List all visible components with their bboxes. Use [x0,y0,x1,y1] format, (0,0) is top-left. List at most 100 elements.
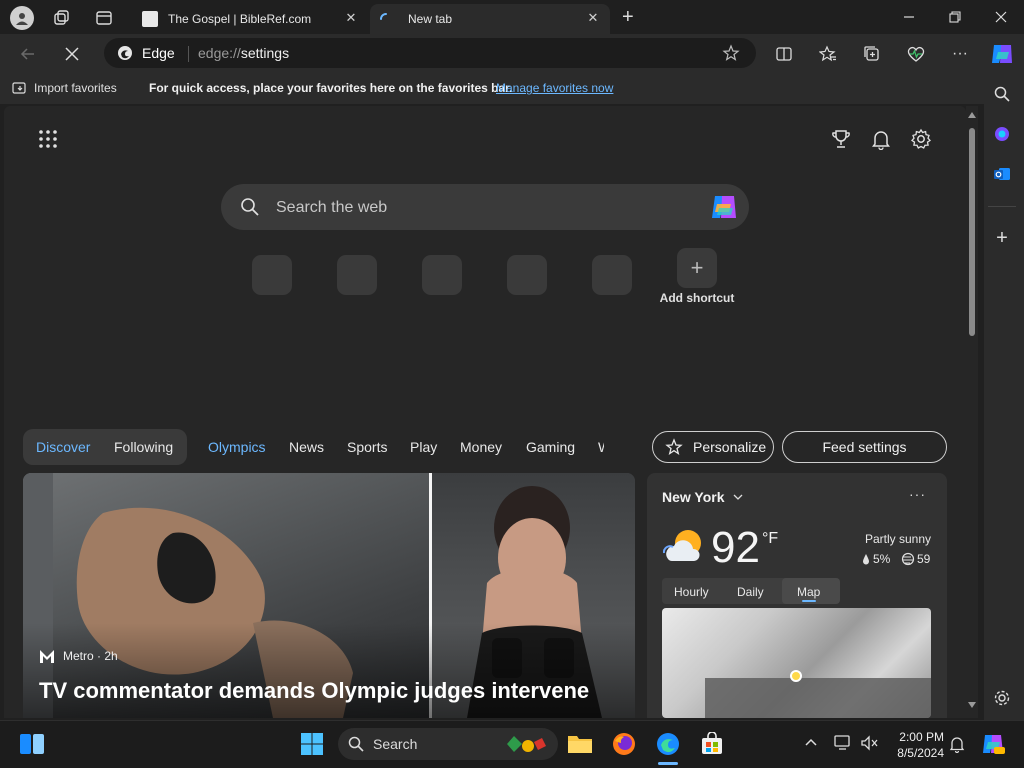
import-favorites-icon[interactable] [12,81,28,95]
shortcut-tile[interactable] [252,255,292,295]
shortcut-tile[interactable] [592,255,632,295]
widgets-icon[interactable] [18,730,46,758]
raindrop-icon [863,554,869,565]
close-tab-icon[interactable]: ✕ [344,10,358,25]
page-scrollbar[interactable] [966,106,978,718]
news-card[interactable]: Metro · 2h TV commentator demands Olympi… [23,473,635,718]
rewards-trophy-icon[interactable] [830,128,852,150]
bibleref-favicon-icon [142,11,158,27]
profile-avatar[interactable] [10,6,34,30]
store-icon[interactable] [698,730,726,758]
weather-map[interactable] [662,608,931,718]
scrollbar-thumb[interactable] [969,128,975,336]
weather-precip: 5% [873,552,891,566]
weather-unit: °F [762,530,779,547]
weather-tab-hourly[interactable]: Hourly [674,585,709,599]
sidebar-search-icon[interactable] [990,82,1014,106]
restore-button[interactable] [932,0,978,34]
address-brand: Edge [142,45,175,61]
weather-tab-daily[interactable]: Daily [737,585,764,599]
system-tray-chevron-icon[interactable] [804,737,818,747]
page-settings-gear-icon[interactable] [910,128,932,150]
feed-tab-play[interactable]: Play [410,439,437,455]
workspaces-icon[interactable] [52,9,70,27]
weather-city[interactable]: New York [662,489,725,505]
loading-spinner-icon [380,13,387,20]
address-bar[interactable]: Edge edge://settings [104,38,756,68]
firefox-icon[interactable] [610,730,638,758]
close-tab-icon[interactable]: ✕ [586,10,600,25]
personalize-label: Personalize [693,439,767,455]
taskbar-clock[interactable]: 2:00 PM 8/5/2024 [884,729,944,761]
sidebar-settings-icon[interactable] [990,686,1014,710]
feed-tab-news[interactable]: News [289,439,324,455]
import-favorites-button[interactable]: Import favorites [34,81,117,95]
sidebar-copilot-icon[interactable] [990,122,1014,146]
copilot-search-icon[interactable] [709,193,739,221]
copilot-icon[interactable] [989,41,1015,67]
tab-bibleref[interactable]: The Gospel | BibleRef.com ✕ [132,4,368,34]
feed-settings-label: Feed settings [822,439,907,455]
taskbar-search-label: Search [373,736,418,752]
file-explorer-icon[interactable] [566,730,594,758]
personalize-button[interactable]: Personalize [652,431,774,463]
tab-title: The Gospel | BibleRef.com [168,12,312,26]
news-source: Metro · 2h [63,649,118,663]
feed-tab-following[interactable]: Following [114,439,173,455]
collections-icon[interactable] [860,42,884,66]
start-windows-icon[interactable] [298,730,326,758]
address-separator [188,46,189,62]
search-icon [348,736,364,752]
feed-tab-sports[interactable]: Sports [347,439,387,455]
feed-tab-discover[interactable]: Discover [36,439,90,455]
news-headline[interactable]: TV commentator demands Olympic judges in… [39,677,635,705]
shortcut-tile[interactable] [507,255,547,295]
tab-new-tab[interactable]: New tab ✕ [370,4,610,34]
stop-loading-icon[interactable] [60,42,84,66]
weather-tab-map[interactable]: Map [797,585,820,599]
favorites-icon[interactable] [816,42,840,66]
shortcut-tile[interactable] [422,255,462,295]
feed-tab-truncated[interactable]: W [598,439,604,455]
weather-more-icon[interactable]: ··· [909,486,926,502]
notifications-bell-icon[interactable] [870,128,892,150]
metro-logo-icon [39,649,55,663]
minimize-button[interactable] [886,0,932,34]
weather-card[interactable]: New York ··· 92 °F Partly sunny 5% 59 Ho… [647,473,947,718]
web-search-box[interactable]: Search the web [221,184,749,230]
taskbar-search-box[interactable]: Search [338,728,558,760]
vertical-tabs-icon[interactable] [95,9,113,27]
weather-tab-indicator [802,600,816,602]
feed-tab-money[interactable]: Money [460,439,502,455]
network-display-icon[interactable] [834,735,852,751]
sidebar-add-icon[interactable]: + [990,226,1014,250]
person-icon [16,13,28,25]
close-window-button[interactable] [978,0,1024,34]
back-arrow-icon[interactable] [16,42,40,66]
add-shortcut-label: Add shortcut [659,291,735,305]
address-url[interactable]: edge://settings [198,45,289,61]
split-screen-icon[interactable] [772,42,796,66]
feed-settings-button[interactable]: Feed settings [782,431,947,463]
shortcut-tile[interactable] [337,255,377,295]
scroll-down-icon[interactable] [968,702,976,708]
edge-taskbar-icon[interactable] [654,730,682,758]
add-shortcut-button[interactable]: + [677,248,717,288]
feed-tab-olympics[interactable]: Olympics [208,439,266,455]
copilot-taskbar-icon[interactable] [980,732,1006,756]
more-menu-icon[interactable]: ··· [948,42,972,66]
volume-muted-icon[interactable] [860,735,878,751]
add-favorite-star-icon[interactable] [722,44,740,62]
scroll-up-icon[interactable] [968,112,976,118]
browser-essentials-icon[interactable] [904,42,928,66]
air-quality-icon [901,552,915,566]
weather-condition: Partly sunny [864,532,931,546]
notification-bell-icon[interactable] [948,735,966,753]
feed-tab-gaming[interactable]: Gaming [526,439,575,455]
new-tab-plus-icon[interactable]: + [622,7,634,27]
chevron-down-icon[interactable] [733,493,743,501]
partly-sunny-icon [662,530,701,561]
outlook-icon[interactable] [990,162,1014,186]
manage-favorites-link[interactable]: Manage favorites now [496,81,613,95]
apps-launcher-icon[interactable] [38,129,58,149]
